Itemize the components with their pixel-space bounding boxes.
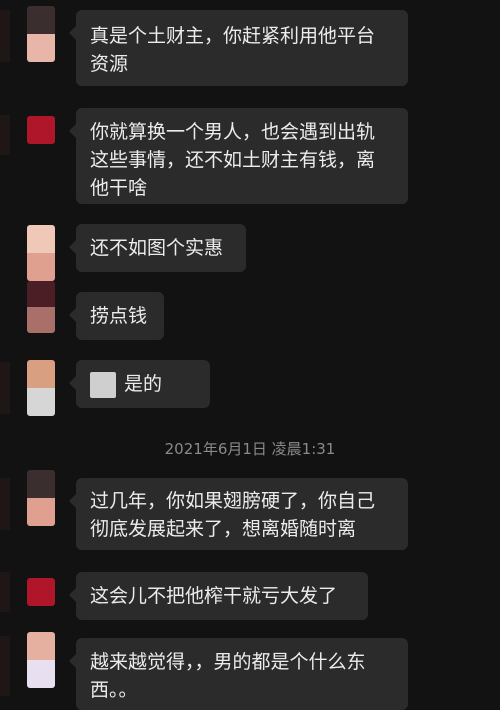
avatar[interactable] xyxy=(27,632,55,688)
message-text-line: 越来越觉得，，男的都是个什么东 xyxy=(90,651,366,673)
avatar[interactable] xyxy=(27,578,55,606)
message-bubble[interactable]: 真是个土财主，你赶紧利用他平台 资源 xyxy=(69,10,408,86)
avatar-edge xyxy=(0,362,10,414)
avatar[interactable] xyxy=(27,470,55,526)
avatar-edge xyxy=(0,115,10,155)
message-text-line: 还不如图个实惠 xyxy=(90,237,224,259)
message-bubble[interactable]: 捞点钱 xyxy=(69,292,164,340)
message-text-line: 他干啥 xyxy=(90,177,148,199)
message-text-line: 你就算换一个男人，也会遇到出轨 xyxy=(90,121,376,143)
avatar[interactable] xyxy=(27,6,55,62)
avatar[interactable] xyxy=(27,116,55,144)
image-placeholder-icon[interactable] xyxy=(90,371,116,398)
message-text-line: 这会儿不把他榨干就亏大发了 xyxy=(90,585,338,607)
message-text-line: 西。。 xyxy=(90,679,138,701)
message-bubble[interactable]: 你就算换一个男人，也会遇到出轨 这些事情，还不如土财主有钱，离 他干啥 xyxy=(69,108,408,204)
message-text-line: 资源 xyxy=(90,53,129,75)
message-text-line: 真是个土财主，你赶紧利用他平台 xyxy=(90,25,376,47)
message-text-line: 捞点钱 xyxy=(90,305,148,327)
avatar[interactable] xyxy=(27,281,55,333)
message-bubble[interactable]: 越来越觉得，，男的都是个什么东 西。。 xyxy=(69,638,408,710)
avatar-edge xyxy=(0,10,10,62)
message-text-line: 彻底发展起来了，想离婚随时离 xyxy=(90,518,357,540)
message-bubble[interactable]: 是的 xyxy=(69,360,210,408)
avatar-edge xyxy=(0,572,10,612)
timestamp: 2021年6月1日 凌晨1:31 xyxy=(164,440,336,458)
message-bubble[interactable]: 还不如图个实惠 xyxy=(69,224,246,272)
avatar[interactable] xyxy=(27,225,55,281)
message-bubble[interactable]: 这会儿不把他榨干就亏大发了 xyxy=(69,572,368,620)
message-bubble[interactable]: 过几年，你如果翅膀硬了，你自己 彻底发展起来了，想离婚随时离 xyxy=(69,478,408,550)
message-text-line: 这些事情，还不如土财主有钱，离 xyxy=(90,149,376,171)
message-text-line: 过几年，你如果翅膀硬了，你自己 xyxy=(90,490,376,512)
avatar[interactable] xyxy=(27,360,55,416)
avatar-edge xyxy=(0,636,10,696)
avatar-edge xyxy=(0,478,10,530)
message-text: 是的 xyxy=(124,373,163,395)
